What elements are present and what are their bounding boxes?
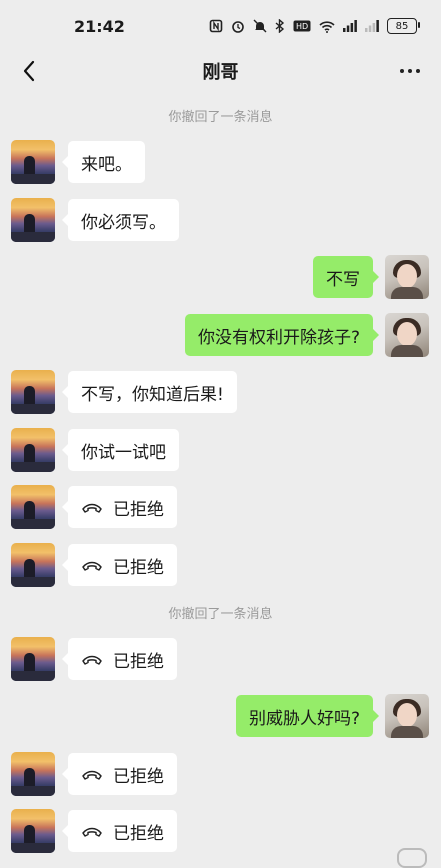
user-avatar[interactable] xyxy=(385,255,429,299)
battery-indicator: 85 xyxy=(387,18,420,34)
hd-icon: HD xyxy=(293,20,311,32)
contact-avatar[interactable] xyxy=(11,485,55,529)
message-text: 已拒绝 xyxy=(113,823,164,844)
message-text: 别威胁人好吗? xyxy=(248,708,360,729)
chat-header: 刚哥 xyxy=(0,52,441,90)
message-text: 不写 xyxy=(326,269,360,290)
message-text: 来吧。 xyxy=(81,154,132,175)
received-message[interactable]: 不写，你知道后果! xyxy=(62,371,237,413)
signal-icon xyxy=(365,20,379,32)
recall-notice: 你撤回了一条消息 xyxy=(168,607,273,622)
message-text: 你必须写。 xyxy=(81,212,166,233)
call-record[interactable]: 已拒绝 xyxy=(62,810,177,852)
call-record[interactable]: 已拒绝 xyxy=(62,638,177,680)
contact-avatar[interactable] xyxy=(11,752,55,796)
bluetooth-icon xyxy=(275,19,285,33)
received-message[interactable]: 你必须写。 xyxy=(62,199,179,241)
message-text: 你试一试吧 xyxy=(81,442,166,463)
message-text: 已拒绝 xyxy=(113,499,164,520)
call-record[interactable]: 已拒绝 xyxy=(62,544,177,586)
contact-avatar[interactable] xyxy=(11,198,55,242)
status-bar: 21:42 HD 85 xyxy=(0,0,441,52)
svg-text:HD: HD xyxy=(296,22,308,31)
phone-hangup-icon xyxy=(81,825,103,837)
message-text: 你没有权利开除孩子? xyxy=(197,327,360,348)
signal-icon xyxy=(343,20,357,32)
scan-icon[interactable] xyxy=(397,848,427,868)
contact-avatar[interactable] xyxy=(11,370,55,414)
contact-avatar[interactable] xyxy=(11,140,55,184)
message-text: 已拒绝 xyxy=(113,766,164,787)
contact-avatar[interactable] xyxy=(11,637,55,681)
phone-hangup-icon xyxy=(81,501,103,513)
status-icons: HD 85 xyxy=(209,18,420,34)
status-time: 21:42 xyxy=(74,16,125,36)
recall-notice: 你撤回了一条消息 xyxy=(168,110,273,125)
call-record[interactable]: 已拒绝 xyxy=(62,753,177,795)
sent-message[interactable]: 别威胁人好吗? xyxy=(235,695,380,737)
contact-avatar[interactable] xyxy=(11,543,55,587)
user-avatar[interactable] xyxy=(385,313,429,357)
sent-message[interactable]: 不写 xyxy=(313,256,379,298)
phone-hangup-icon xyxy=(81,653,103,665)
received-message[interactable]: 你试一试吧 xyxy=(62,429,179,471)
alarm-icon xyxy=(232,21,244,33)
contact-avatar[interactable] xyxy=(11,809,55,853)
phone-hangup-icon xyxy=(81,768,103,780)
wifi-icon xyxy=(319,20,335,33)
contact-avatar[interactable] xyxy=(11,428,55,472)
call-record[interactable]: 已拒绝 xyxy=(62,486,177,528)
sent-message[interactable]: 你没有权利开除孩子? xyxy=(184,314,380,356)
message-text: 不写，你知道后果! xyxy=(81,384,224,405)
back-icon[interactable] xyxy=(14,56,44,86)
phone-hangup-icon xyxy=(81,559,103,571)
chat-title: 刚哥 xyxy=(202,62,239,83)
message-text: 已拒绝 xyxy=(113,557,164,578)
mute-icon xyxy=(253,19,267,33)
received-message[interactable]: 来吧。 xyxy=(62,141,145,183)
message-text: 已拒绝 xyxy=(113,651,164,672)
more-icon[interactable] xyxy=(395,56,425,86)
user-avatar[interactable] xyxy=(385,694,429,738)
nfc-icon xyxy=(209,19,223,33)
